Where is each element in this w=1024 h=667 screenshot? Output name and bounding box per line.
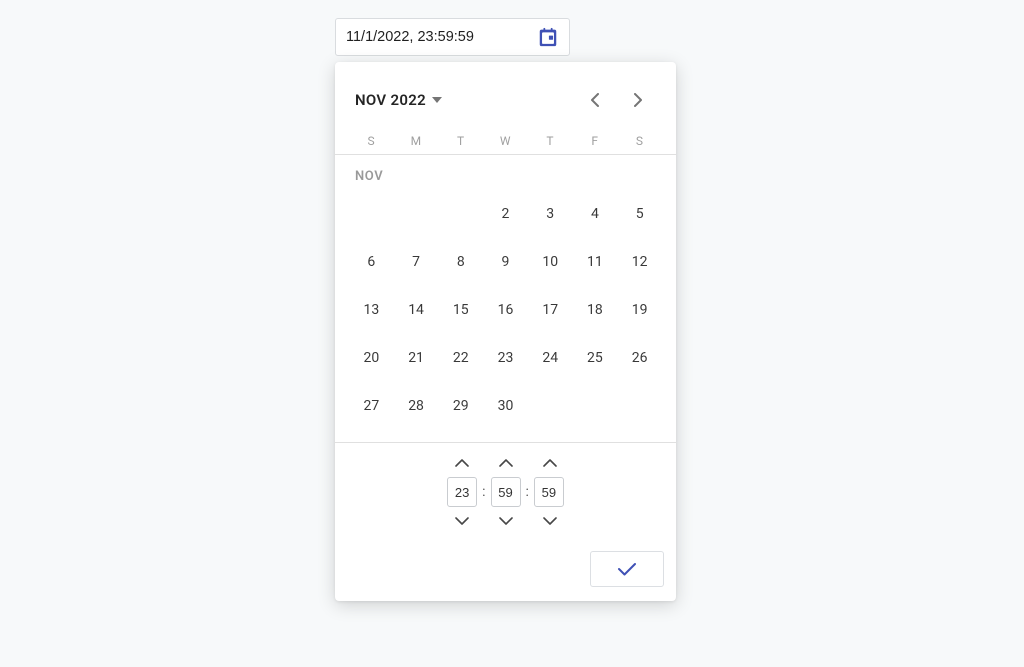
prev-month-button[interactable] (574, 80, 614, 120)
day-cell[interactable]: 11 (573, 242, 618, 282)
day-cell-blank (394, 194, 439, 234)
time-separator: : (481, 484, 486, 500)
chevron-down-icon (455, 517, 469, 525)
weekday-header: F (573, 134, 618, 148)
time-spin-up-row (449, 453, 563, 473)
day-cell[interactable]: 14 (394, 290, 439, 330)
hours-down-button[interactable] (449, 511, 475, 531)
day-cell[interactable]: 7 (394, 242, 439, 282)
day-cell[interactable]: 27 (349, 386, 394, 426)
calendar-toggle-button[interactable] (535, 22, 561, 52)
minutes-input[interactable] (491, 477, 521, 507)
next-month-button[interactable] (618, 80, 658, 120)
days-grid: 1234567891011121314151617181920212223242… (349, 194, 662, 434)
day-cell[interactable]: 2 (483, 194, 528, 234)
weekday-header-row: SMTWTFS (335, 126, 676, 154)
weekday-header: M (394, 134, 439, 148)
day-cell[interactable]: 8 (438, 242, 483, 282)
day-cell[interactable]: 16 (483, 290, 528, 330)
check-icon (617, 562, 637, 576)
day-cell[interactable]: 1 (438, 194, 483, 234)
day-cell[interactable]: 10 (528, 242, 573, 282)
minutes-down-button[interactable] (493, 511, 519, 531)
day-cell[interactable]: 20 (349, 338, 394, 378)
hours-input[interactable] (447, 477, 477, 507)
weekday-header: W (483, 134, 528, 148)
weekday-header: S (349, 134, 394, 148)
time-inputs-row: : : (447, 477, 564, 507)
seconds-input[interactable] (534, 477, 564, 507)
day-cell[interactable]: 13 (349, 290, 394, 330)
period-label: NOV 2022 (355, 91, 426, 109)
day-cell[interactable]: 23 (483, 338, 528, 378)
minutes-up-button[interactable] (493, 453, 519, 473)
calendar-icon (537, 26, 559, 48)
chevron-down-icon (499, 517, 513, 525)
day-cell[interactable]: 21 (394, 338, 439, 378)
datetime-field[interactable] (335, 18, 570, 56)
day-cell[interactable]: 15 (438, 290, 483, 330)
chevron-up-icon (455, 459, 469, 467)
day-cell[interactable]: 17 (528, 290, 573, 330)
calendar-header: NOV 2022 (335, 62, 676, 126)
day-cell[interactable]: 28 (394, 386, 439, 426)
weekday-header: S (617, 134, 662, 148)
day-cell[interactable]: 29 (438, 386, 483, 426)
seconds-down-button[interactable] (537, 511, 563, 531)
day-cell[interactable]: 25 (573, 338, 618, 378)
day-cell[interactable]: 3 (528, 194, 573, 234)
datetime-input[interactable] (344, 28, 535, 46)
day-cell[interactable]: 12 (617, 242, 662, 282)
day-cell[interactable]: 22 (438, 338, 483, 378)
day-cell[interactable]: 18 (573, 290, 618, 330)
day-cell[interactable]: 6 (349, 242, 394, 282)
day-cell[interactable]: 4 (573, 194, 618, 234)
period-select-button[interactable]: NOV 2022 (353, 87, 444, 113)
time-picker: : : (335, 443, 676, 543)
day-cell[interactable]: 19 (617, 290, 662, 330)
chevron-down-icon (432, 97, 442, 103)
day-cell[interactable]: 9 (483, 242, 528, 282)
day-cell[interactable]: 24 (528, 338, 573, 378)
day-cell[interactable]: 30 (483, 386, 528, 426)
hours-up-button[interactable] (449, 453, 475, 473)
datetime-picker-popup: NOV 2022 SMTWTFS (335, 62, 676, 601)
chevron-up-icon (543, 459, 557, 467)
day-cell-blank (349, 194, 394, 234)
calendar-body: NOV 123456789101112131415161718192021222… (335, 155, 676, 442)
day-cell[interactable]: 5 (617, 194, 662, 234)
day-cell[interactable]: 26 (617, 338, 662, 378)
chevron-left-icon (590, 93, 599, 107)
chevron-right-icon (634, 93, 643, 107)
weekday-header: T (438, 134, 483, 148)
month-label: NOV (349, 155, 662, 194)
chevron-up-icon (499, 459, 513, 467)
chevron-down-icon (543, 517, 557, 525)
time-separator: : (525, 484, 530, 500)
picker-actions (335, 543, 676, 601)
confirm-button[interactable] (590, 551, 664, 587)
time-spin-down-row (449, 511, 563, 531)
seconds-up-button[interactable] (537, 453, 563, 473)
weekday-header: T (528, 134, 573, 148)
month-nav (574, 80, 658, 120)
